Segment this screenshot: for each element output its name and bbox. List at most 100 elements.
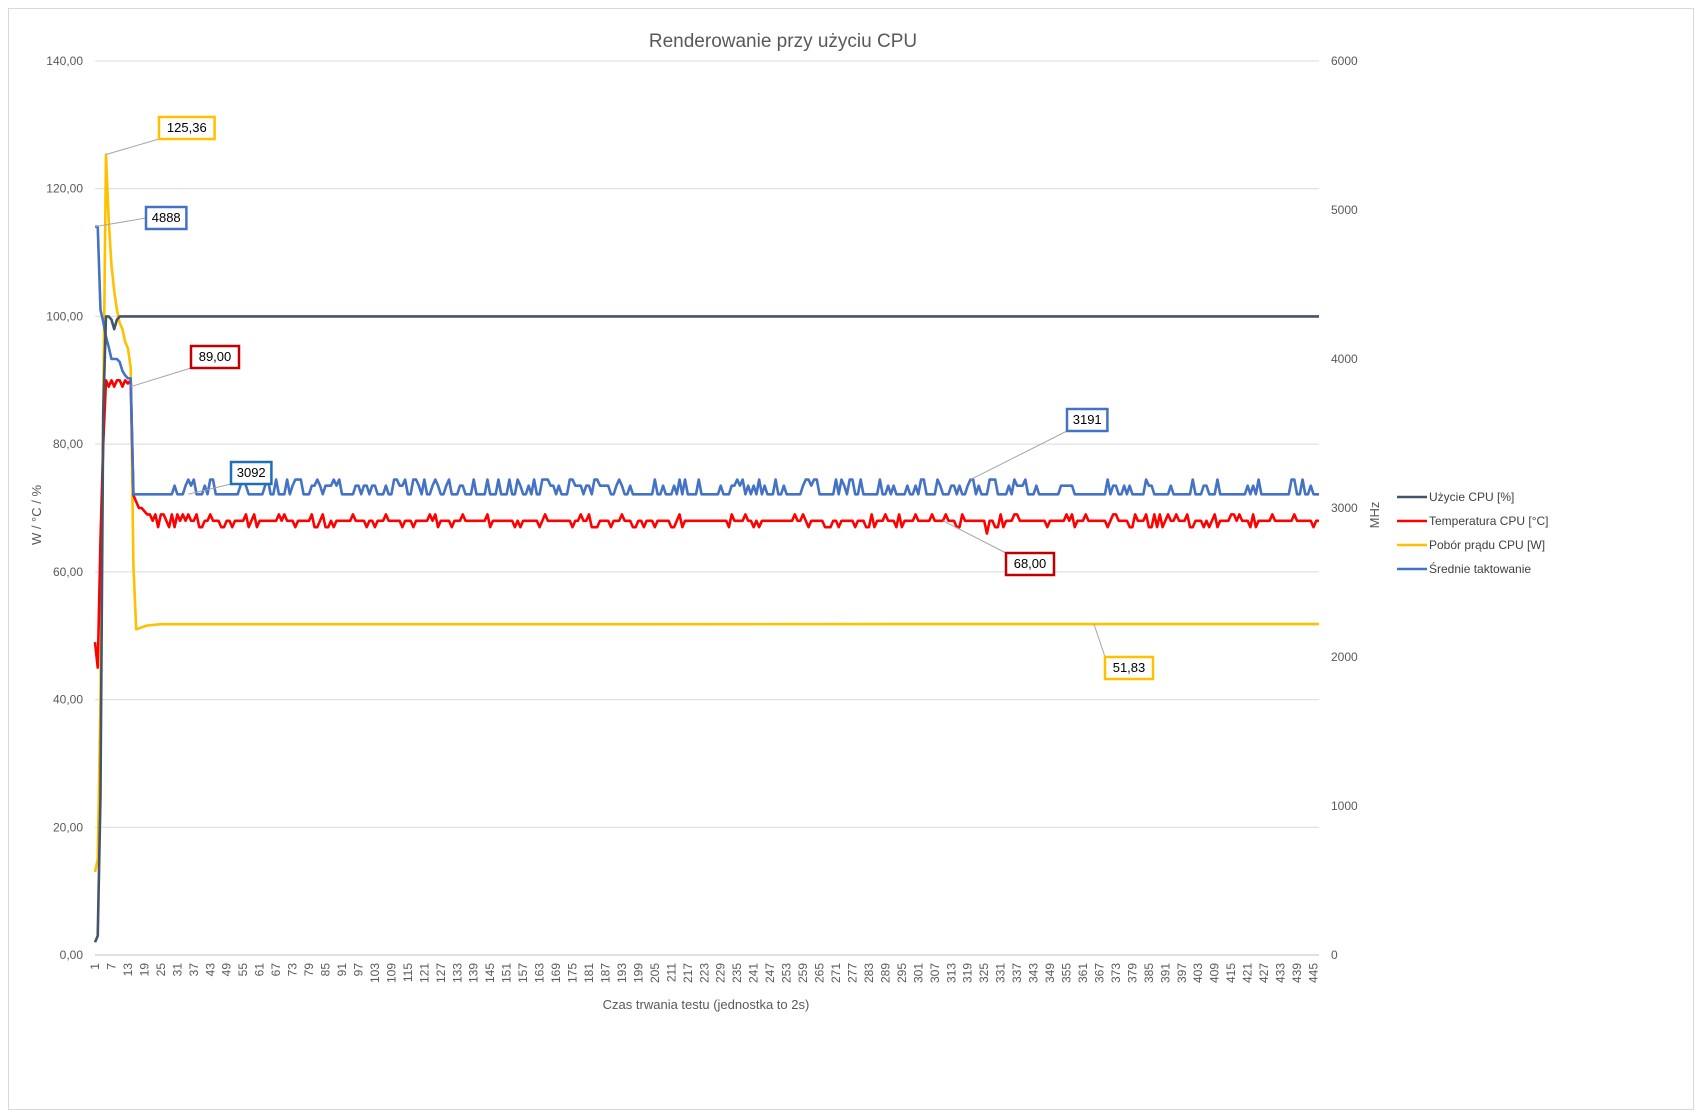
x-tick-label: 25: [154, 963, 168, 977]
x-tick-label: 241: [747, 963, 761, 983]
x-tick-label: 91: [335, 963, 349, 977]
y-right-tick-label: 3000: [1331, 501, 1358, 515]
x-tick-label: 1: [88, 963, 102, 970]
x-tick-label: 139: [467, 963, 481, 983]
x-tick-label: 295: [895, 963, 909, 983]
x-axis-ticks: 1 7 13 19 25 31 37 43 49 55 61 67 73 79 85 91 97 103 109 11…: [88, 963, 1321, 983]
x-tick-label: 235: [730, 963, 744, 983]
y-left-tick-label: 80,00: [53, 437, 83, 451]
line-chart: Renderowanie przy użyciu CPU 0,00 20,00 40…: [29, 31, 1549, 1012]
x-tick-label: 7: [104, 963, 118, 970]
x-tick-label: 391: [1158, 963, 1172, 983]
x-tick-label: 163: [533, 963, 547, 983]
y-right-tick-label: 1000: [1331, 799, 1358, 813]
y-right-tick-label: 6000: [1331, 54, 1358, 68]
x-tick-label: 121: [417, 963, 431, 983]
y-left-tick-label: 100,00: [46, 309, 83, 323]
right-axis-ticks: 0 1000 2000 3000 4000 5000 6000: [1331, 54, 1358, 962]
chart-area: Renderowanie przy użyciu CPU 0,00 20,00 40…: [8, 8, 1694, 1110]
series-layer: [93, 153, 1320, 943]
left-axis-title: W / °C / %: [29, 485, 44, 546]
y-left-tick-label: 120,00: [46, 182, 83, 196]
y-right-tick-label: 4000: [1331, 352, 1358, 366]
legend-entry: Pobór prądu CPU [W]: [1429, 538, 1545, 552]
x-tick-label: 361: [1076, 963, 1090, 983]
left-axis-ticks: 0,00 20,00 40,00 60,00 80,00 100,00 120,00 140,…: [46, 54, 83, 962]
legend-entry: Temperatura CPU [°C]: [1429, 514, 1549, 528]
x-tick-label: 337: [1010, 963, 1024, 983]
legend: Użycie CPU [%] Temperatura CPU [°C] Pobór …: [1397, 490, 1549, 576]
x-tick-label: 145: [483, 963, 497, 983]
x-tick-label: 373: [1109, 963, 1123, 983]
x-tick-label: 349: [1043, 963, 1057, 983]
x-tick-label: 193: [615, 963, 629, 983]
x-tick-label: 379: [1125, 963, 1139, 983]
x-tick-label: 79: [302, 963, 316, 977]
x-tick-label: 439: [1290, 963, 1304, 983]
x-tick-label: 19: [137, 963, 151, 977]
callout-leader: [94, 217, 147, 228]
x-tick-label: 265: [813, 963, 827, 983]
x-tick-label: 277: [845, 963, 859, 983]
x-tick-label: 13: [121, 963, 135, 977]
x-tick-label: 211: [664, 963, 678, 982]
x-tick-label: 175: [566, 963, 580, 983]
x-tick-label: 403: [1191, 963, 1205, 983]
x-tick-label: 217: [681, 963, 695, 983]
right-axis-title: MHz: [1367, 502, 1382, 529]
x-tick-label: 31: [170, 963, 184, 977]
x-tick-label: 223: [697, 963, 711, 983]
x-tick-label: 43: [203, 963, 217, 977]
x-tick-label: 283: [862, 963, 876, 983]
data-label: 125,36: [167, 120, 207, 135]
x-tick-label: 55: [236, 963, 250, 977]
x-tick-label: 367: [1092, 963, 1106, 983]
y-right-tick-label: 5000: [1331, 203, 1358, 217]
x-tick-label: 343: [1027, 963, 1041, 983]
gridlines: [95, 60, 1319, 956]
data-callouts: 125,36 4888 89,00 3092 3191 68,00 51,83: [94, 115, 1155, 681]
y-left-tick-label: 60,00: [53, 565, 83, 579]
x-tick-label: 115: [401, 963, 415, 982]
x-tick-label: 247: [763, 963, 777, 983]
data-label: 3191: [1073, 412, 1102, 427]
x-tick-label: 325: [977, 963, 991, 983]
callout-leader: [1093, 623, 1106, 658]
x-tick-label: 103: [368, 963, 382, 983]
x-tick-label: 169: [549, 963, 563, 983]
y-right-tick-label: 2000: [1331, 650, 1358, 664]
x-tick-label: 409: [1208, 963, 1222, 983]
x-tick-label: 271: [829, 963, 843, 983]
x-tick-label: 289: [878, 963, 892, 983]
callout-leader: [105, 138, 160, 155]
x-tick-label: 37: [187, 963, 201, 977]
callout-leader: [970, 430, 1068, 480]
x-tick-label: 421: [1241, 963, 1255, 983]
x-tick-label: 445: [1307, 963, 1321, 983]
x-tick-label: 301: [911, 963, 925, 983]
x-tick-label: 199: [631, 963, 645, 983]
x-tick-label: 229: [714, 963, 728, 983]
callout-leader: [942, 520, 1007, 554]
x-tick-label: 427: [1257, 963, 1271, 983]
x-tick-label: 133: [450, 963, 464, 983]
y-left-tick-label: 40,00: [53, 693, 83, 707]
x-tick-label: 253: [780, 963, 794, 983]
x-tick-label: 355: [1060, 963, 1074, 983]
series-line: [95, 225, 1319, 496]
x-tick-label: 97: [351, 963, 365, 977]
x-tick-label: 259: [796, 963, 810, 983]
data-label: 4888: [152, 210, 181, 225]
x-tick-label: 67: [269, 963, 283, 977]
x-tick-label: 397: [1175, 963, 1189, 983]
x-tick-label: 385: [1142, 963, 1156, 983]
x-tick-label: 49: [220, 963, 234, 977]
y-right-tick-label: 0: [1331, 948, 1338, 962]
legend-entry: Średnie taktowanie: [1429, 561, 1531, 576]
callout-leader: [130, 367, 192, 388]
x-tick-label: 157: [516, 963, 530, 983]
x-tick-label: 109: [384, 963, 398, 983]
data-label: 68,00: [1014, 556, 1047, 571]
x-tick-label: 331: [994, 963, 1008, 983]
series-line: [93, 315, 1319, 943]
